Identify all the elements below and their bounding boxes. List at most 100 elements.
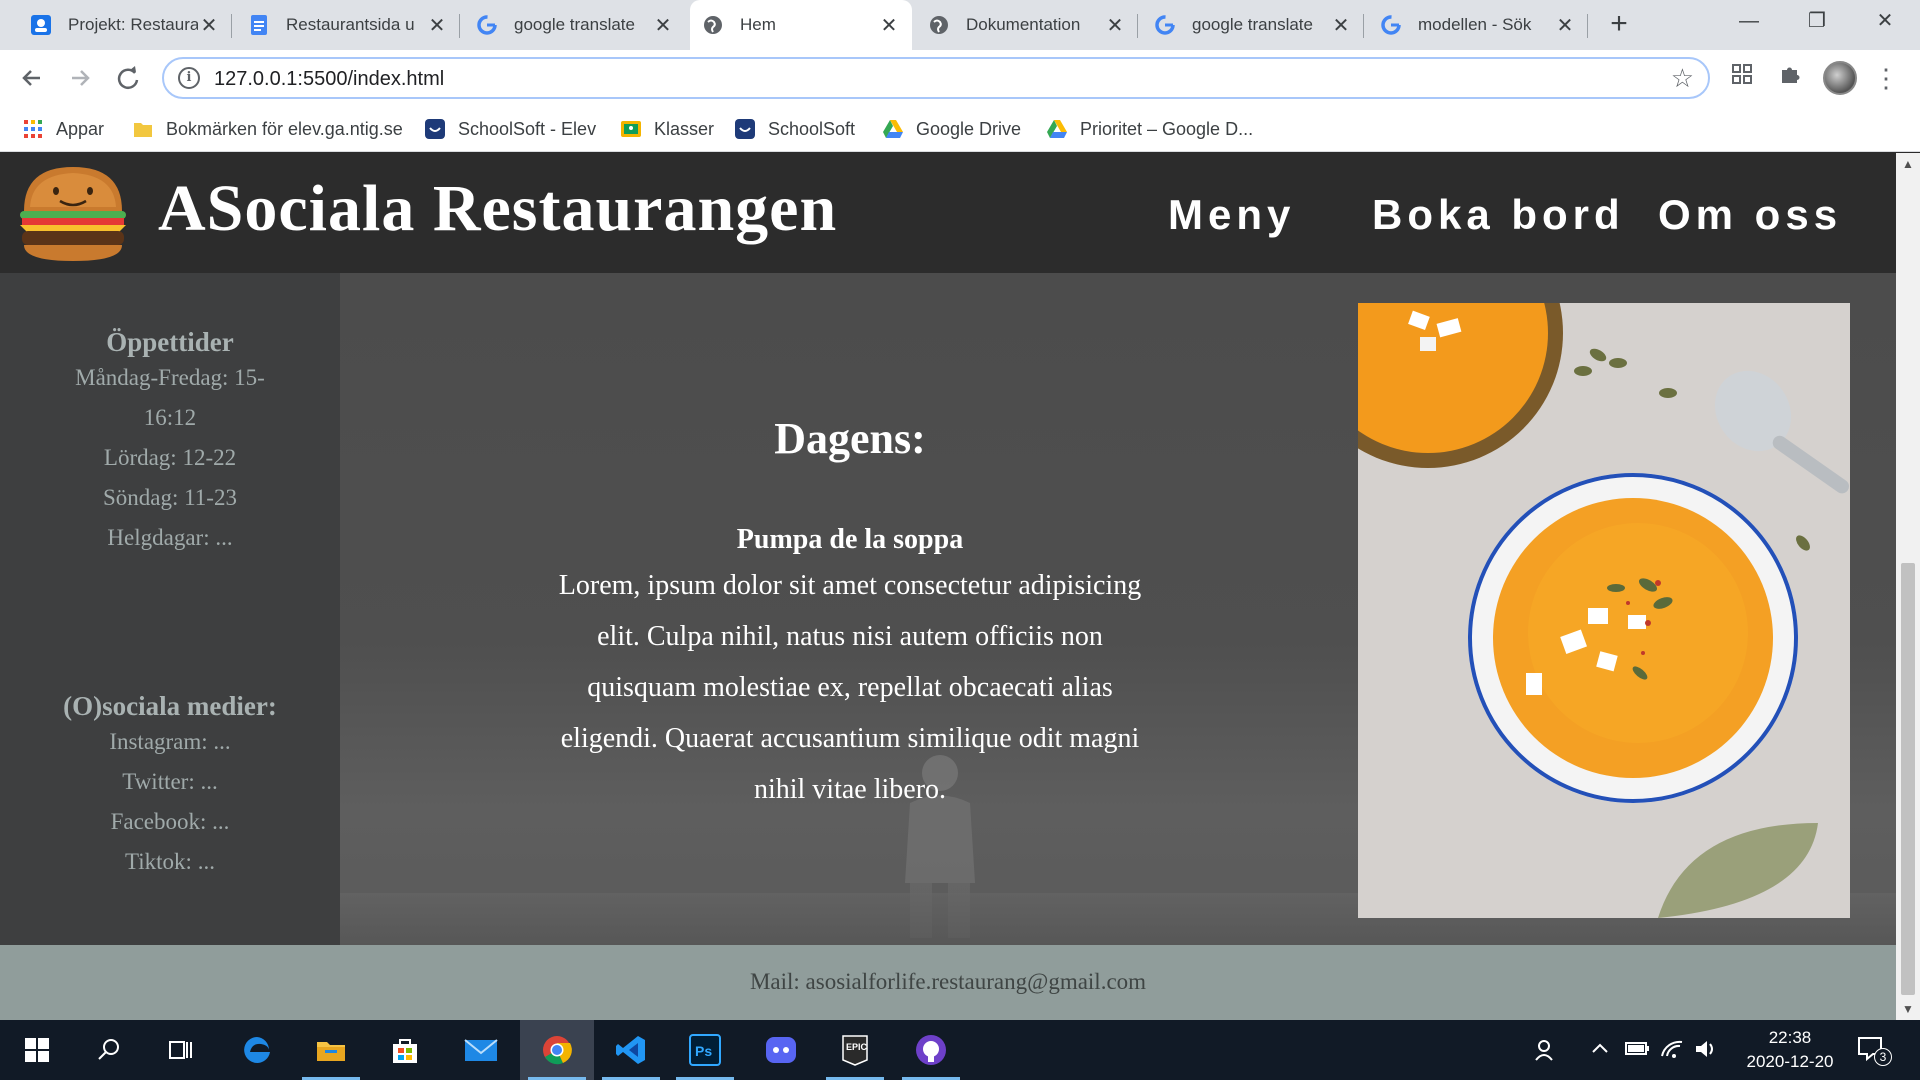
wifi-icon[interactable] [1660,1038,1684,1066]
puzzle-icon[interactable] [1774,62,1806,94]
profile-avatar[interactable] [1823,61,1857,95]
taskbar-chrome[interactable] [520,1020,594,1080]
folder-icon [134,123,152,137]
taskbar-edge[interactable] [220,1020,294,1080]
restore-button[interactable]: ❐ [1784,0,1850,44]
dagens-section: Dagens: Pumpa de la soppa Lorem, ipsum d… [520,413,1180,815]
close-icon[interactable]: ✕ [1330,13,1352,38]
page-scrollbar[interactable]: ▲ ▼ [1896,153,1920,1020]
menu-kebab-icon[interactable]: ⋮ [1870,62,1902,94]
task-view-button[interactable] [144,1020,218,1080]
back-button[interactable] [14,60,50,96]
battery-icon[interactable] [1624,1038,1650,1064]
opening-hours: Öppettider Måndag-Fredag: 15- 16:12 Lörd… [0,327,340,558]
tab-hem[interactable]: Hem ✕ [690,0,912,50]
notifications-button[interactable]: 3 [1856,1034,1892,1070]
tab-google-translate[interactable]: google translate ✕ [464,0,686,50]
social-line: Tiktok: ... [125,849,215,874]
taskbar-github[interactable] [894,1020,968,1080]
minimize-button[interactable]: — [1716,0,1782,44]
mail-icon [464,1039,498,1061]
tab-title: Projekt: Restaurang [68,15,198,34]
close-icon[interactable]: ✕ [652,13,674,38]
volume-icon[interactable] [1694,1038,1718,1066]
bookmark-schoolsoft[interactable]: SchoolSoft [734,116,855,142]
chevron-up-icon[interactable] [1590,1038,1610,1064]
windows-logo-icon [25,1038,49,1062]
scrollbar-thumb[interactable] [1901,563,1915,995]
google-icon [1154,14,1176,36]
extensions-grid-icon[interactable] [1726,62,1758,94]
taskbar-photoshop[interactable]: Ps [668,1020,742,1080]
hours-line: 16:12 [143,405,197,430]
taskbar-search[interactable] [72,1020,146,1080]
nav-meny[interactable]: Meny [1168,191,1295,239]
file-explorer-icon [317,1042,345,1061]
bookmark-klasser[interactable]: Klasser [620,116,714,142]
new-tab-button[interactable]: + [1602,8,1636,42]
chrome-icon [543,1036,572,1065]
people-icon[interactable] [1534,1038,1558,1068]
tab-projekt[interactable]: Projekt: Restaurang ✕ [18,0,232,50]
forward-button[interactable] [62,60,98,96]
close-icon[interactable]: ✕ [198,13,220,38]
tab-title: Restaurantsida u [286,15,415,34]
reload-button[interactable] [110,60,146,96]
close-icon[interactable]: ✕ [1554,13,1576,38]
site-title: ASociala Restaurangen [158,172,838,245]
clock-time: 22:38 [1768,1028,1812,1047]
close-window-button[interactable]: ✕ [1852,0,1918,44]
web-page: ASociala Restaurangen Meny Boka bord Om … [0,153,1896,1020]
tab-modellen[interactable]: modellen - Sök ✕ [1368,0,1588,50]
scroll-up-arrow-icon[interactable]: ▲ [1896,157,1920,171]
bookmark-schoolsoft-elev[interactable]: SchoolSoft - Elev [424,116,596,142]
close-icon[interactable]: ✕ [878,13,900,38]
close-icon[interactable]: ✕ [1104,13,1126,38]
nav-boka-bord[interactable]: Boka bord [1372,191,1625,239]
info-icon[interactable]: i [178,67,200,89]
tab-title: modellen - Sök [1418,15,1532,34]
bookmark-star-icon[interactable]: ☆ [1671,63,1694,94]
close-icon[interactable]: ✕ [426,13,448,38]
scroll-down-arrow-icon[interactable]: ▼ [1896,1002,1920,1016]
bookmark-prioritet[interactable]: Prioritet – Google D... [1046,116,1253,142]
address-bar[interactable]: i 127.0.0.1:5500/index.html ☆ [162,57,1710,99]
bookmark-label: Klasser [654,118,715,139]
start-button[interactable] [0,1020,74,1080]
bookmark-folder[interactable]: Bokmärken för elev.ga.ntig.se [132,116,403,142]
soup-image [1358,303,1850,918]
github-icon [916,1035,946,1065]
social-media: (O)sociala medier: Instagram: ... Twitte… [0,691,340,882]
hours-line: Söndag: 11-23 [103,485,237,510]
taskbar-file-explorer[interactable] [294,1020,368,1080]
tab-google-translate-2[interactable]: google translate ✕ [1142,0,1364,50]
tab-dokumentation[interactable]: Dokumentation ✕ [916,0,1138,50]
taskbar-vscode[interactable] [594,1020,668,1080]
bookmark-google-drive[interactable]: Google Drive [882,116,1021,142]
drive-icon [883,120,903,138]
taskbar-discord[interactable] [744,1020,818,1080]
store-icon [393,1039,417,1063]
nav-om-oss[interactable]: Om oss [1658,191,1842,239]
svg-text:Ps: Ps [695,1043,712,1059]
taskbar-clock[interactable]: 22:38 2020-12-20 [1730,1026,1850,1074]
bookmark-label: Google Drive [916,118,1022,139]
bookmark-appar[interactable]: Appar [22,116,104,142]
bookmark-label: SchoolSoft [768,118,856,139]
social-heading: (O)sociala medier: [63,691,277,721]
google-icon [476,14,498,36]
social-line: Instagram: ... [109,729,231,754]
tab-restaurantsida[interactable]: Restaurantsida u ✕ [236,0,460,50]
burger-logo-icon[interactable] [14,161,132,267]
bookmarks-bar: Appar Bokmärken för elev.ga.ntig.se Scho… [0,106,1920,152]
footer-mail[interactable]: Mail: asosialforlife.restaurang@gmail.co… [0,969,1896,995]
edge-icon [244,1037,270,1063]
taskbar-mail[interactable] [444,1020,518,1080]
google-icon [1380,14,1402,36]
epic-games-icon: EPIC [842,1035,868,1066]
schoolsoft-icon [425,119,445,139]
taskbar-store[interactable] [368,1020,442,1080]
taskbar-epic-games[interactable]: EPIC [818,1020,892,1080]
schoolsoft-icon [735,119,755,139]
bookmark-label: Appar [56,118,105,139]
